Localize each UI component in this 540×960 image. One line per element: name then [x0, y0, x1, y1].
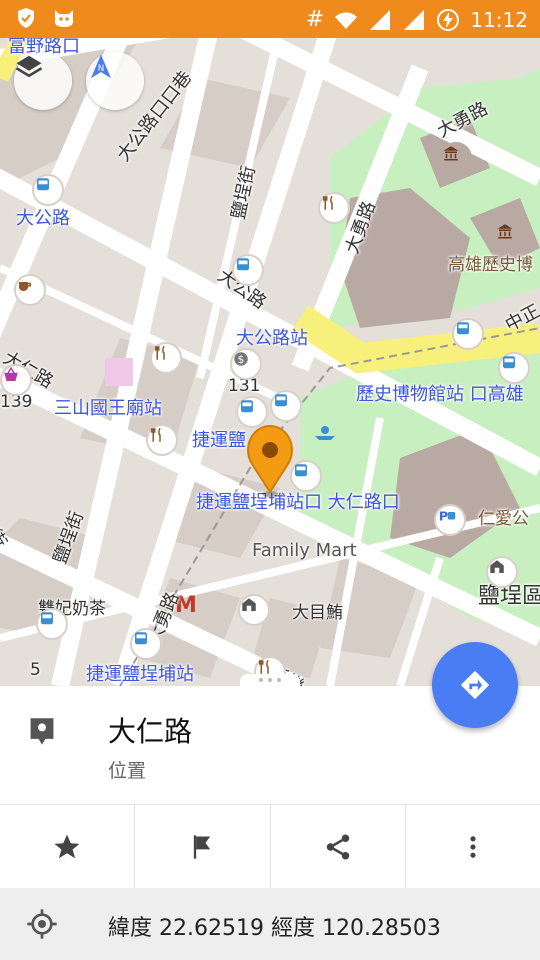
flag-button[interactable]	[135, 805, 271, 889]
coordinates-row[interactable]: 緯度 22.62519 經度 120.28503	[0, 888, 540, 960]
bus-stop-icon-2[interactable]	[232, 254, 264, 286]
restaurant-icon-3[interactable]	[146, 424, 178, 456]
svg-text:N: N	[98, 64, 105, 74]
more-options-button[interactable]	[406, 805, 540, 889]
bus-stop-icon-8[interactable]	[36, 608, 68, 640]
map-view[interactable]: M 富野路口 大公路口口巷 鹽埕街 大勇路 大勇路 大公路 大公路 大公路站 高…	[0, 38, 540, 686]
label-dagong-station: 大公路站	[236, 328, 308, 349]
signal-icon-2	[404, 9, 425, 30]
favorite-button[interactable]	[0, 805, 136, 889]
cat-face-icon	[55, 10, 73, 27]
label-mrt-yancheng-bottom: 捷運鹽埕埔站	[86, 664, 194, 685]
label-mrt-yancheng-short: 捷運鹽	[192, 430, 246, 451]
svg-text:$: $	[238, 354, 245, 366]
wifi-icon	[335, 12, 358, 29]
hash-icon: #	[305, 7, 325, 32]
layers-button[interactable]	[14, 52, 72, 110]
bus-stop-icon[interactable]	[32, 174, 64, 206]
svg-text:P: P	[439, 509, 448, 524]
sheet-drag-handle[interactable]	[240, 674, 300, 686]
star-icon	[54, 834, 80, 859]
bus-stop-icon-6[interactable]	[270, 390, 302, 422]
clock: 11:12	[470, 7, 528, 32]
label-sanshan-temple: 三山國王廟站	[54, 398, 162, 419]
place-bottom-sheet: 大仁路 位置 緯度 22.62519 經度 120.28503	[0, 674, 540, 960]
compass-north-icon: N	[91, 54, 111, 79]
bus-stop-icon-4[interactable]	[498, 352, 530, 384]
directions-icon	[460, 670, 490, 700]
gps-crosshair-icon	[27, 909, 57, 939]
label-family-mart: Family Mart	[252, 540, 357, 561]
place-title: 大仁路	[108, 715, 193, 748]
status-bar: # 11:12	[0, 0, 540, 38]
cafe-icon[interactable]	[14, 274, 46, 306]
shield-check-icon	[18, 8, 34, 28]
layers-icon	[15, 55, 43, 78]
place-subtitle: 位置	[108, 760, 147, 782]
bus-stop-icon-9[interactable]	[130, 628, 162, 660]
action-bar	[0, 804, 540, 890]
label-damu-fish: 大目鮪	[292, 603, 343, 623]
label-ren-ai-park: 仁愛公	[478, 509, 529, 529]
share-icon	[326, 834, 349, 860]
restaurant-icon[interactable]	[318, 192, 350, 224]
location-marker-icon[interactable]	[240, 422, 300, 500]
museum-icon-2[interactable]	[494, 220, 526, 252]
coordinates-text: 緯度 22.62519 經度 120.28503	[108, 916, 441, 941]
post-office-icon-2[interactable]	[486, 556, 518, 588]
signal-icon	[370, 9, 391, 30]
place-pin-icon	[30, 718, 54, 745]
flag-icon	[194, 835, 211, 859]
label-history-museum: 高雄歷史博	[448, 255, 533, 275]
battery-charging-icon	[437, 8, 460, 31]
bank-icon[interactable]: $	[230, 348, 262, 380]
shopping-basket-icon[interactable]	[0, 364, 32, 396]
label-history-museum-station: 歷史博物館站 口高雄	[356, 384, 524, 405]
more-vert-icon	[470, 836, 476, 858]
label-5: 5	[30, 660, 41, 680]
parking-icon[interactable]: P	[434, 504, 466, 536]
museum-icon[interactable]	[440, 142, 472, 174]
map-base: M	[0, 38, 540, 686]
restaurant-icon-2[interactable]	[150, 342, 182, 374]
bus-stop-icon-3[interactable]	[452, 318, 484, 350]
directions-button[interactable]	[432, 642, 518, 728]
compass-button[interactable]: N	[86, 52, 144, 110]
label-dagong-rd: 大公路	[16, 208, 70, 229]
post-office-icon[interactable]	[238, 594, 270, 626]
share-button[interactable]	[271, 805, 406, 889]
